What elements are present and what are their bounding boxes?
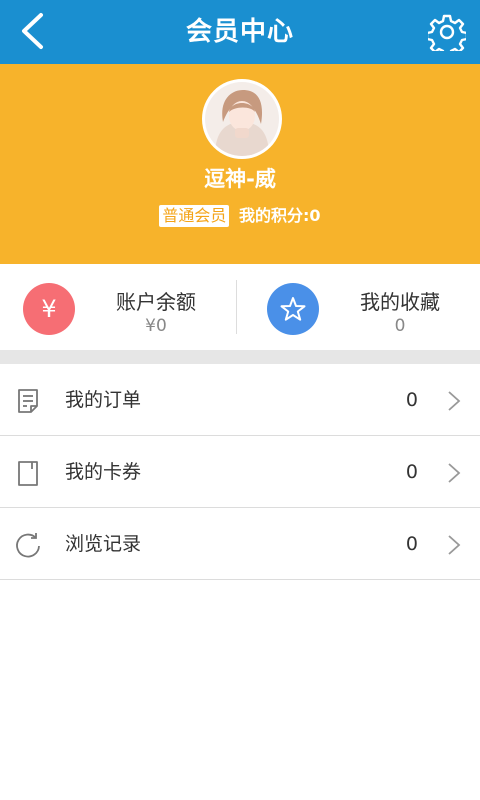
gear-icon — [428, 14, 466, 51]
section-gap — [0, 350, 480, 364]
menu-list: 我的订单 0 我的卡券 0 浏览记录 0 — [0, 364, 480, 580]
coupon-icon — [18, 461, 38, 486]
user-photo — [205, 82, 279, 156]
menu-item-label: 我的卡券 — [65, 461, 142, 483]
points-text: 我的积分:0 — [239, 206, 321, 225]
favorites-value: 0 — [394, 316, 406, 336]
favorites-label: 我的收藏 — [360, 290, 440, 314]
menu-item-count: 0 — [405, 389, 418, 411]
profile-panel: 逗神-威 普通会员 我的积分:0 — [0, 64, 480, 264]
menu-item-orders[interactable]: 我的订单 0 — [0, 364, 480, 436]
avatar[interactable] — [202, 79, 282, 159]
username: 逗神-威 — [204, 167, 276, 191]
chevron-right-icon — [448, 391, 461, 411]
order-icon — [18, 389, 38, 413]
member-level-badge: 普通会员 — [159, 205, 230, 227]
chevron-right-icon — [448, 535, 461, 555]
menu-item-count: 0 — [405, 461, 418, 483]
page-title: 会员中心 — [185, 17, 294, 47]
menu-item-label: 浏览记录 — [65, 533, 142, 555]
quick-stats: ¥ 账户余额 ¥0 我的收藏 0 — [0, 264, 480, 350]
menu-item-coupons[interactable]: 我的卡券 0 — [0, 436, 480, 508]
top-bar: 会员中心 — [0, 0, 480, 64]
menu-item-history[interactable]: 浏览记录 0 — [0, 508, 480, 580]
chevron-right-icon — [448, 463, 461, 483]
account-balance-value: ¥0 — [145, 316, 167, 336]
favorites-item[interactable]: 我的收藏 0 — [240, 264, 480, 350]
yen-icon: ¥ — [23, 283, 75, 335]
account-balance-item[interactable]: ¥ 账户余额 ¥0 — [0, 264, 240, 350]
member-info: 普通会员 我的积分:0 — [0, 202, 480, 227]
divider — [236, 280, 237, 334]
history-icon — [16, 533, 40, 558]
settings-button[interactable] — [424, 9, 470, 55]
star-icon — [267, 283, 319, 335]
menu-item-count: 0 — [405, 533, 418, 555]
menu-item-label: 我的订单 — [65, 389, 142, 411]
account-balance-label: 账户余额 — [116, 290, 196, 314]
